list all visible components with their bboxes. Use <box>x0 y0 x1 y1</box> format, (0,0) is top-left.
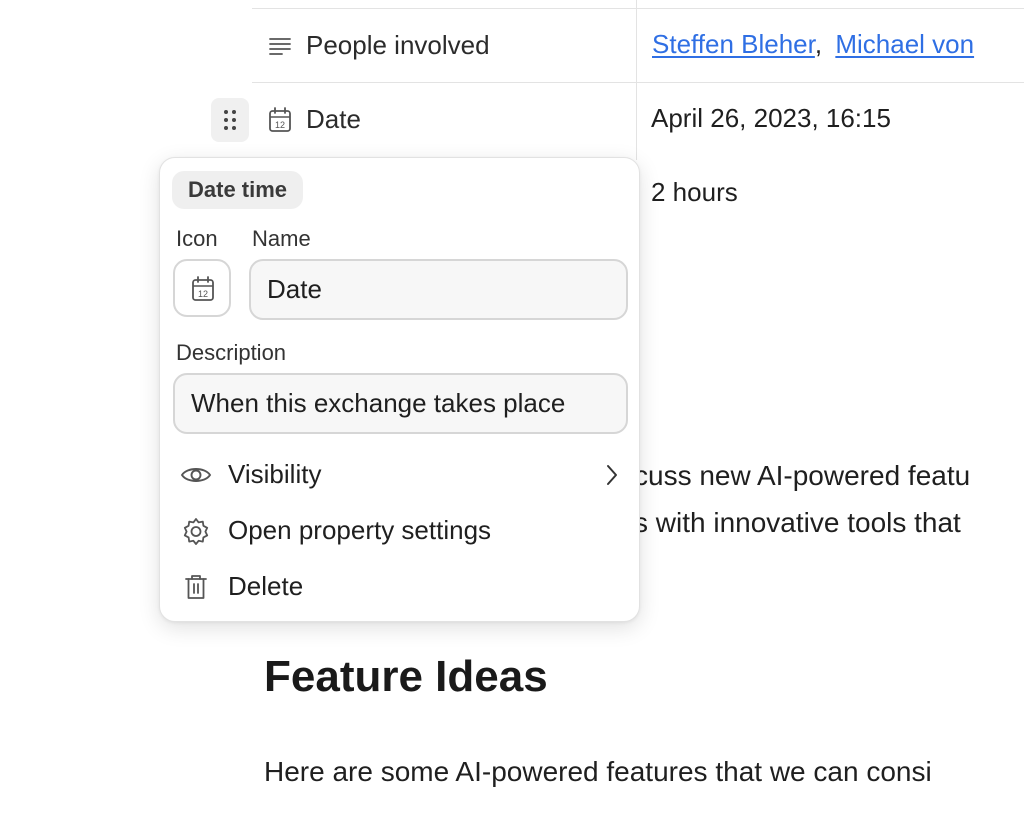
property-type-badge: Date time <box>172 171 304 209</box>
person-link[interactable]: Steffen Bleher <box>652 29 815 59</box>
calendar-icon: 12 <box>192 276 214 301</box>
icon-label: Icon <box>176 226 218 251</box>
drag-handle[interactable] <box>211 98 249 142</box>
svg-text:12: 12 <box>198 289 208 299</box>
row-divider <box>252 82 1024 83</box>
body-paragraph: Here are some AI-powered features that w… <box>264 756 932 787</box>
text-lines-icon <box>269 38 291 55</box>
menu-item-open-settings[interactable]: Open property settings <box>168 507 631 555</box>
property-label-people: People involved <box>306 30 490 60</box>
name-input[interactable]: Date <box>249 259 628 320</box>
icon-picker-button[interactable]: 12 <box>173 259 231 317</box>
gear-icon <box>183 518 209 545</box>
person-link[interactable]: Michael von <box>835 29 974 59</box>
date-value[interactable]: April 26, 2023, 16:15 <box>651 103 891 134</box>
svg-text:12: 12 <box>275 120 285 130</box>
body-line-1: cuss new AI-powered featu <box>634 460 971 491</box>
people-value: Steffen Bleher, Michael von <box>652 29 974 60</box>
menu-label: Open property settings <box>228 515 492 545</box>
table-top-border <box>252 8 1024 9</box>
menu-label: Visibility <box>228 459 322 489</box>
eye-icon <box>180 468 212 482</box>
section-heading: Feature Ideas <box>264 652 548 701</box>
column-divider <box>636 0 637 160</box>
description-input[interactable]: When this exchange takes place <box>173 373 628 434</box>
duration-value[interactable]: 2 hours <box>651 177 738 208</box>
menu-label: Delete <box>228 571 304 601</box>
name-label: Name <box>252 226 311 251</box>
body-line-2: s with innovative tools that <box>634 507 961 538</box>
chevron-right-icon <box>607 465 617 485</box>
trash-icon <box>185 575 207 599</box>
drag-dots-icon <box>224 110 236 130</box>
menu-item-delete[interactable]: Delete <box>168 563 631 611</box>
menu-item-visibility[interactable]: Visibility <box>168 451 631 499</box>
person-separator: , <box>814 29 823 59</box>
calendar-icon: 12 <box>269 107 291 132</box>
property-label-date: Date <box>306 104 361 134</box>
property-popup: Date time Icon Name 12 Date Description … <box>159 157 640 622</box>
description-label: Description <box>176 340 287 365</box>
